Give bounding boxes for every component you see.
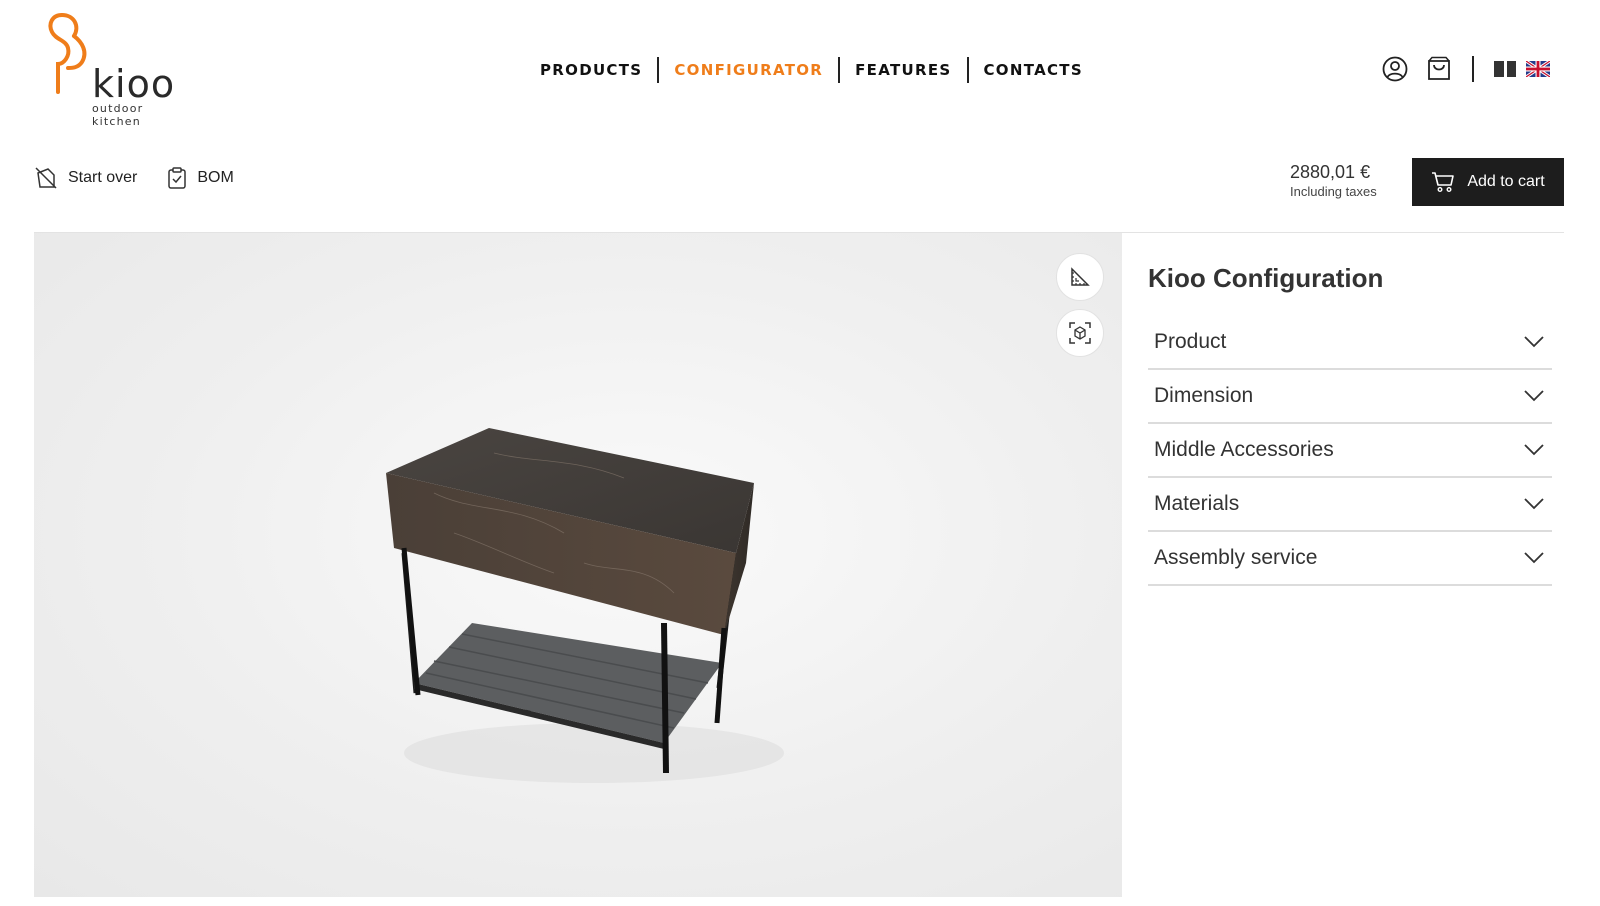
bom-label: BOM (197, 169, 234, 186)
measure-icon (1071, 267, 1090, 286)
cart-icon (1432, 172, 1455, 193)
nav-products[interactable]: PRODUCTS (540, 61, 657, 79)
add-to-cart-button[interactable]: Add to cart (1412, 158, 1564, 206)
total-price: 2880,01 € (1290, 162, 1371, 182)
flag-uk-icon[interactable] (1526, 61, 1550, 77)
configuration-panel: Kioo Configuration Product Dimension Mid… (1148, 233, 1552, 586)
accordion-dimension[interactable]: Dimension (1148, 370, 1552, 424)
chevron-down-icon (1524, 390, 1544, 402)
user-icon[interactable] (1380, 54, 1410, 84)
start-over-button[interactable]: Start over (34, 166, 137, 190)
accordion-assembly-service[interactable]: Assembly service (1148, 532, 1552, 586)
3d-view-icon (1069, 322, 1091, 344)
chevron-down-icon (1524, 552, 1544, 564)
header-divider (1472, 56, 1474, 82)
add-to-cart-label: Add to cart (1467, 173, 1545, 190)
start-over-icon (35, 167, 57, 189)
config-title: Kioo Configuration (1148, 263, 1384, 293)
accordion-label: Materials (1154, 492, 1240, 515)
brand-name: kioo (92, 62, 176, 106)
chevron-down-icon (1524, 444, 1544, 456)
nav-contacts[interactable]: CONTACTS (969, 61, 1098, 79)
3d-view-button[interactable] (1056, 309, 1104, 357)
price-block: 2880,01 € Including taxes (1290, 162, 1377, 199)
accordion-middle-accessories[interactable]: Middle Accessories (1148, 424, 1552, 478)
accordion-materials[interactable]: Materials (1148, 478, 1552, 532)
flag-it-icon[interactable] (1494, 61, 1516, 77)
header-actions (1380, 54, 1550, 84)
accordion-product[interactable]: Product (1148, 316, 1552, 370)
nav-features[interactable]: FEATURES (840, 61, 966, 79)
brand-tagline: outdoor kitchen (92, 102, 144, 128)
3d-viewer[interactable] (34, 233, 1122, 897)
accordion-label: Assembly service (1154, 546, 1318, 569)
nav-configurator[interactable]: CONFIGURATOR (659, 61, 838, 79)
product-3d-model[interactable] (374, 423, 814, 803)
shopping-bag-icon[interactable] (1424, 54, 1454, 84)
config-toolbar: Start over BOM (34, 166, 264, 190)
start-over-label: Start over (68, 169, 138, 186)
accordion-label: Product (1154, 330, 1227, 353)
main-nav: PRODUCTS CONFIGURATOR FEATURES CONTACTS (540, 57, 1098, 83)
chevron-down-icon (1524, 336, 1544, 348)
price-tax-note: Including taxes (1290, 184, 1377, 199)
clipboard-check-icon (168, 167, 187, 189)
accordion-label: Dimension (1154, 384, 1254, 407)
measure-tool-button[interactable] (1056, 253, 1104, 301)
bom-button[interactable]: BOM (167, 167, 234, 189)
chevron-down-icon (1524, 498, 1544, 510)
brand-logo[interactable]: kioo outdoor kitchen (44, 12, 194, 128)
accordion-label: Middle Accessories (1154, 438, 1334, 461)
